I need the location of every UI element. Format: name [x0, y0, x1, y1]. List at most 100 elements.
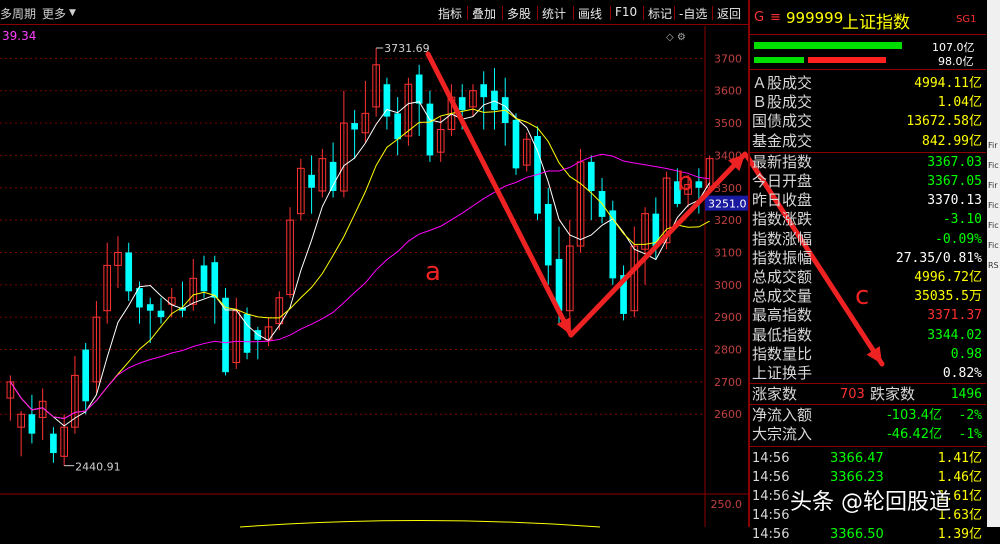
side-strip-item[interactable]: Fir — [988, 140, 999, 152]
toolbar-button-6[interactable]: 标记 — [648, 5, 672, 22]
side-strip-item[interactable] — [988, 100, 999, 112]
y-tick-label: 3500 — [714, 117, 742, 130]
more-menu[interactable]: 更多 — [42, 5, 66, 22]
tick-time: 14:56 — [752, 451, 790, 466]
candle-body — [329, 161, 337, 191]
flow-pct: -2% — [958, 408, 982, 423]
toolbar-button-4[interactable]: 画线 — [578, 5, 602, 22]
quote-row: 最低指数 3344.02 — [750, 326, 986, 345]
side-strip-item[interactable] — [988, 120, 999, 132]
side-strip-item[interactable]: Fic — [988, 240, 999, 252]
side-strip-item[interactable]: Fic — [988, 220, 999, 232]
watermark: 头条 @轮回股道 — [790, 490, 951, 515]
flag-label: G — [754, 10, 765, 25]
annotation-a: a — [425, 257, 441, 287]
kline-chart[interactable]: 2600270028002900300031003200330034003500… — [0, 26, 885, 528]
quote-row: 指数涨跌 -3.10 — [750, 210, 986, 229]
toolbar-separator — [712, 6, 713, 20]
quote-label: 指数量比 — [752, 344, 813, 363]
up-volume-bar — [754, 42, 902, 49]
side-toolbar[interactable]: Fir Fic Fir Fic Fic Fic RS — [987, 0, 1000, 527]
chart-toolbar: 多周期 更多 ▼ 指标 叠加 多股 统计 画线 F10 标记 -自选 返回 — [0, 0, 748, 25]
toolbar-button-3[interactable]: 统计 — [542, 5, 566, 22]
y-tick-label: 3700 — [714, 52, 742, 65]
quote-value: 842.99亿 — [922, 133, 982, 149]
quote-value: 4996.72亿 — [914, 270, 982, 285]
flow-label: 净流入额 — [752, 406, 813, 424]
tick-row: 14:56 3366.47 1.41亿 — [750, 449, 986, 468]
quote-label: 国债成交 — [752, 112, 813, 131]
toolbar-button-7[interactable]: -自选 — [679, 5, 707, 22]
side-strip-item[interactable]: Fir — [988, 180, 999, 192]
candle-body — [512, 119, 520, 169]
volume-curve — [239, 520, 601, 528]
candle-body — [243, 313, 251, 353]
quote-value: 3367.05 — [927, 174, 982, 189]
toolbar-button-2[interactable]: 多股 — [507, 5, 531, 22]
quote-row: Ｂ股成交 1.04亿 — [750, 93, 986, 112]
up-count: 703 — [840, 387, 865, 402]
down-label: 跌家数 — [870, 385, 916, 403]
quote-value: 3367.03 — [927, 154, 982, 170]
quote-value: 0.82% — [942, 366, 982, 381]
tick-volume: 1.41亿 — [937, 451, 982, 466]
quote-row: 基金成交 842.99亿 — [750, 132, 986, 151]
toolbar-separator — [537, 6, 538, 20]
quote-value: 1.04亿 — [937, 95, 982, 111]
quote-label: 指数振幅 — [752, 248, 813, 267]
quote-row: 上证换手 0.82% — [750, 364, 986, 383]
candle-body — [383, 84, 391, 117]
more-arrow-icon[interactable]: ▼ — [69, 8, 76, 18]
candle-body — [426, 103, 434, 156]
low-label: 2440.91 — [75, 461, 121, 474]
tick-time: 14:56 — [752, 508, 790, 523]
quote-row: 最新指数 3367.03 — [750, 153, 986, 172]
menu-icon[interactable]: ≡ — [770, 10, 781, 25]
toolbar-button-5[interactable]: F10 — [615, 5, 637, 19]
y-tick-label: 3600 — [714, 85, 742, 98]
down-bar-red — [808, 57, 886, 63]
toolbar-button-1[interactable]: 叠加 — [472, 5, 496, 22]
candle-body — [415, 74, 423, 104]
tick-time: 14:56 — [752, 489, 790, 504]
side-strip-item[interactable]: Fic — [988, 160, 999, 172]
toolbar-button-0[interactable]: 指标 — [438, 5, 462, 22]
quote-value: 3370.13 — [927, 193, 982, 209]
quote-label: 指数涨跌 — [752, 210, 813, 229]
volume-tick-label: 250.0 — [711, 498, 743, 511]
candle-body — [695, 181, 703, 188]
candle-body — [82, 349, 90, 402]
quote-value: 4994.11亿 — [914, 76, 982, 91]
quote-panel: G ≡ 999999 上证指数 SG1 107.0亿 98.0亿 Ａ股成交 499… — [750, 0, 986, 542]
high-label: 3731.69 — [384, 42, 430, 55]
tick-row: 14:56 3366.50 1.39亿 — [750, 525, 986, 544]
toolbar-button-8[interactable]: 返回 — [717, 5, 741, 22]
y-tick-label: 2900 — [714, 311, 742, 324]
arrow-b — [568, 151, 748, 338]
quote-label: Ｂ股成交 — [752, 93, 813, 112]
toolbar-separator — [643, 6, 644, 20]
quote-value: -3.10 — [942, 212, 982, 228]
down-bar-green — [754, 57, 804, 63]
quote-row: 今日开盘 3367.05 — [750, 172, 986, 191]
quote-row: 最高指数 3371.37 — [750, 306, 986, 325]
flow-label: 大宗流入 — [752, 425, 813, 443]
quote-row: Ａ股成交 4994.11亿 — [750, 74, 986, 93]
candle-body — [394, 113, 401, 140]
side-strip-item[interactable] — [988, 80, 999, 92]
y-tick-label: 3100 — [714, 246, 742, 259]
candle-body — [587, 161, 595, 191]
annotation-b: b — [677, 167, 694, 197]
side-strip-item[interactable]: RS — [988, 260, 999, 272]
period-selector[interactable]: 多周期 — [0, 5, 36, 22]
quote-value: -0.09% — [935, 231, 982, 247]
quote-row: 指数振幅 27.35/0.81% — [750, 249, 986, 268]
quote-row: 总成交额 4996.72亿 — [750, 268, 986, 287]
quote-value: 13672.58亿 — [906, 114, 982, 130]
quote-label: 最高指数 — [752, 306, 813, 325]
quote-value: 3371.37 — [927, 308, 982, 324]
price-tag: 3251.0 — [708, 198, 747, 211]
quote-label: Ａ股成交 — [752, 74, 813, 92]
flow-row: 大宗流入 -46.42亿 -1% — [750, 425, 986, 444]
side-strip-item[interactable]: Fic — [988, 200, 999, 212]
